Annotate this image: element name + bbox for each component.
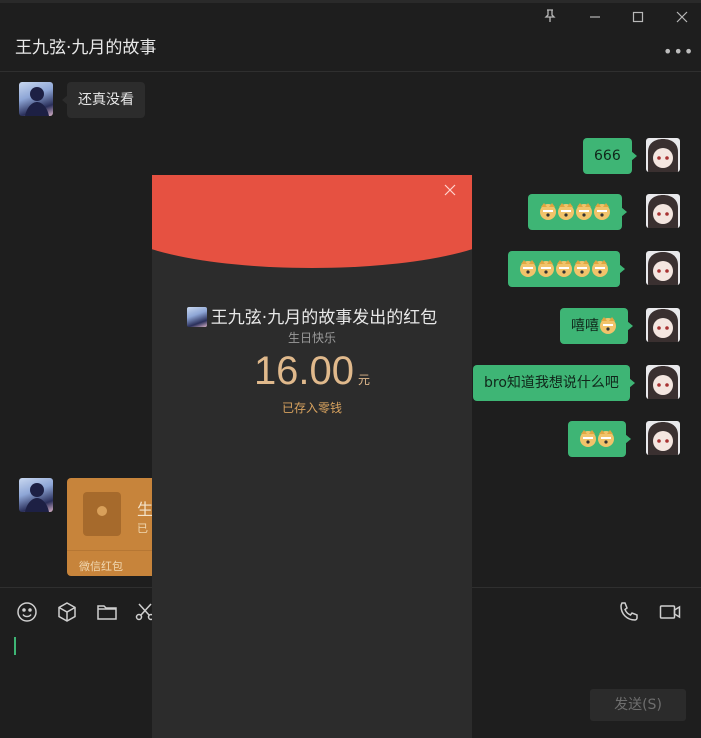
folder-icon (97, 605, 117, 620)
red-packet-status: 已 (137, 522, 148, 535)
doge-emoji-icon (600, 317, 616, 334)
favorites-button[interactable] (55, 600, 79, 624)
popup-close-button[interactable] (440, 181, 460, 201)
minimize-button[interactable] (585, 9, 605, 29)
contact-avatar[interactable] (19, 82, 53, 116)
message-text: 嘻嘻 (571, 318, 599, 334)
chat-title: 王九弦·九月的故事 (15, 38, 157, 58)
minimize-icon (590, 16, 600, 18)
contact-avatar-image (25, 483, 49, 512)
more-options-button[interactable]: ••• (663, 42, 694, 61)
red-packet-cover (152, 175, 472, 268)
doge-emoji-icon (594, 203, 610, 220)
close-button[interactable] (672, 9, 692, 29)
self-avatar-image (648, 366, 678, 399)
doge-emoji-icon (576, 203, 592, 220)
message-bubble-outgoing[interactable]: 嘻嘻 (560, 308, 633, 344)
sender-text: 王九弦·九月的故事发出的红包 (210, 308, 438, 328)
send-button[interactable]: 发送(S) (590, 689, 686, 721)
message-bubble-outgoing[interactable]: bro知道我想说什么吧 (473, 365, 635, 401)
message-bubble-outgoing[interactable] (528, 194, 627, 230)
close-icon (676, 11, 688, 23)
voice-call-button[interactable] (617, 600, 641, 624)
pin-icon (544, 9, 556, 22)
doge-emoji-icon (580, 430, 596, 447)
self-avatar[interactable] (646, 194, 680, 228)
file-button[interactable] (95, 600, 119, 624)
chat-header: 王九弦·九月的故事 ••• (0, 0, 701, 72)
self-avatar-image (648, 195, 678, 228)
message-bubble-outgoing[interactable] (568, 421, 631, 457)
close-icon (444, 184, 456, 196)
doge-emoji-icon (598, 430, 614, 447)
red-packet-message[interactable]: 生 已 微信红包 (67, 478, 157, 576)
emoji-button[interactable] (15, 600, 39, 624)
doge-emoji-icon (520, 260, 536, 277)
doge-emoji-icon (574, 260, 590, 277)
contact-avatar-image (25, 87, 49, 116)
red-packet-status-link[interactable]: 已存入零钱 (152, 399, 472, 416)
message-bubble-incoming[interactable]: 还真没看 (62, 82, 145, 118)
cube-icon (58, 602, 76, 622)
doge-emoji-icon (592, 260, 608, 277)
red-packet-amount: 16.00 元 (152, 349, 472, 394)
video-call-button[interactable] (658, 600, 682, 624)
doge-emoji-icon (558, 203, 574, 220)
doge-emoji-icon (538, 260, 554, 277)
text-input-cursor[interactable] (14, 637, 16, 655)
red-packet-label: 微信红包 (79, 560, 123, 573)
sender-avatar (186, 307, 207, 327)
maximize-icon (632, 11, 644, 23)
contact-avatar[interactable] (19, 478, 53, 512)
smiley-icon (17, 602, 37, 622)
red-packet-divider (67, 550, 157, 551)
self-avatar[interactable] (646, 421, 680, 455)
red-packet-icon (83, 492, 121, 536)
red-packet-title: 生 (137, 500, 154, 519)
red-packet-wish: 生日快乐 (287, 331, 336, 345)
video-camera-icon (659, 605, 681, 619)
self-avatar[interactable] (646, 251, 680, 285)
message-bubble-outgoing[interactable] (508, 251, 625, 287)
red-packet-sender: 王九弦·九月的故事发出的红包 (152, 303, 472, 328)
self-avatar[interactable] (646, 138, 680, 172)
self-avatar-image (648, 252, 678, 285)
self-avatar-image (648, 139, 678, 172)
phone-icon (620, 602, 638, 621)
doge-emoji-icon (540, 203, 556, 220)
amount-value: 16.00 (253, 349, 355, 393)
doge-emoji-icon (556, 260, 572, 277)
red-packet-detail-popup: 王九弦·九月的故事发出的红包 生日快乐 16.00 元 已存入零钱 (152, 175, 472, 738)
message-bubble-outgoing[interactable]: 666 (583, 138, 637, 174)
self-avatar-image (648, 309, 678, 342)
amount-unit: 元 (358, 373, 371, 387)
self-avatar-image (648, 422, 678, 455)
pin-button[interactable] (540, 9, 560, 29)
self-avatar[interactable] (646, 308, 680, 342)
self-avatar[interactable] (646, 365, 680, 399)
maximize-button[interactable] (628, 9, 648, 29)
